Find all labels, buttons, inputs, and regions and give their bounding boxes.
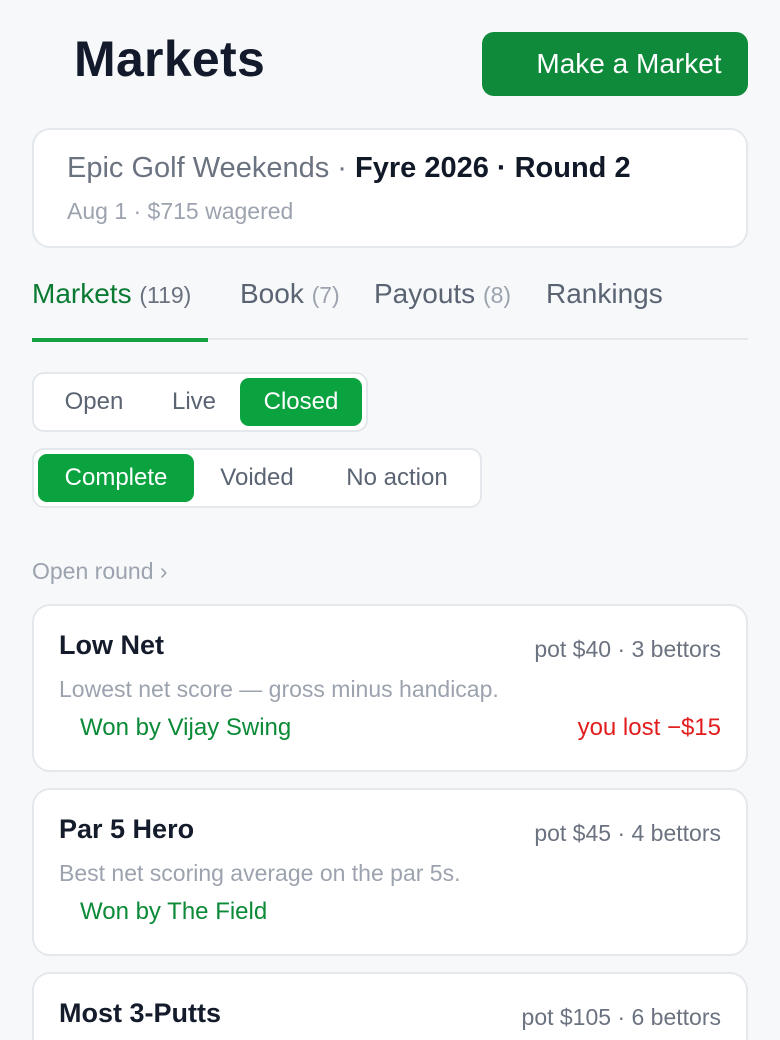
market-name: Par 5 Hero <box>59 814 195 844</box>
page-header: Markets Make a Market <box>0 0 780 124</box>
market-description: Lowest net score — gross minus handicap. <box>59 676 499 702</box>
chevron-right-icon: › <box>159 558 168 584</box>
status-closed-button[interactable]: Closed <box>240 378 362 426</box>
tab-book[interactable]: Book (7) <box>240 278 340 340</box>
market-pot-bettors: pot $45 · 4 bettors <box>534 820 721 846</box>
result-complete-button[interactable]: Complete <box>38 454 194 502</box>
market-winner: Won by Vijay Swing <box>80 714 292 741</box>
event-title: Epic Golf Weekends · Fyre 2026 · Round 2 <box>67 152 631 185</box>
status-open-button[interactable]: Open <box>46 378 142 426</box>
result-filter: Complete Voided No action <box>32 448 482 508</box>
tab-markets-count: (119) <box>139 282 192 308</box>
status-filter: Open Live Closed <box>32 372 368 432</box>
market-card-most-3-putts[interactable]: Most 3-Putts pot $105 · 6 bettors <box>32 972 748 1040</box>
tab-payouts[interactable]: Payouts (8) <box>374 278 511 340</box>
market-description: Best net scoring average on the par 5s. <box>59 860 461 886</box>
market-user-result: you lost −$15 <box>577 714 721 741</box>
market-card-low-net[interactable]: Low Net pot $40 · 3 bettors Lowest net s… <box>32 604 748 772</box>
market-name: Low Net <box>59 630 164 660</box>
event-separator: · <box>329 152 355 184</box>
page-title: Markets <box>74 31 266 87</box>
status-live-button[interactable]: Live <box>150 378 238 426</box>
tab-rankings-label: Rankings <box>546 278 663 309</box>
tab-payouts-count: (8) <box>482 282 512 308</box>
tab-book-label: Book <box>240 278 304 309</box>
tab-payouts-label: Payouts <box>374 278 476 309</box>
market-pot-bettors: pot $40 · 3 bettors <box>534 636 721 662</box>
market-name: Most 3-Putts <box>59 998 221 1028</box>
tab-book-count: (7) <box>311 282 340 308</box>
open-round-label: Open round <box>32 558 154 584</box>
market-pot-bettors: pot $105 · 6 bettors <box>521 1004 721 1030</box>
tab-rankings[interactable]: Rankings <box>546 278 663 340</box>
result-no-action-button[interactable]: No action <box>324 454 470 502</box>
section-tabs: Markets (119) Book (7) Payouts (8) Ranki… <box>32 278 748 342</box>
result-voided-button[interactable]: Voided <box>200 454 314 502</box>
open-round-link[interactable]: Open round › <box>32 558 168 585</box>
tab-markets[interactable]: Markets (119) <box>32 278 208 342</box>
active-tab-indicator <box>32 338 208 342</box>
league-name: Epic Golf Weekends <box>67 152 330 184</box>
tab-markets-label: Markets <box>32 278 132 309</box>
market-winner: Won by The Field <box>80 898 268 925</box>
event-date-wagered: Aug 1 · $715 wagered <box>67 198 294 224</box>
tournament-round: Fyre 2026 · Round 2 <box>355 152 631 184</box>
market-card-par-5-hero[interactable]: Par 5 Hero pot $45 · 4 bettors Best net … <box>32 788 748 956</box>
make-market-button[interactable]: Make a Market <box>482 32 748 96</box>
event-summary-card: Epic Golf Weekends · Fyre 2026 · Round 2… <box>32 128 748 248</box>
